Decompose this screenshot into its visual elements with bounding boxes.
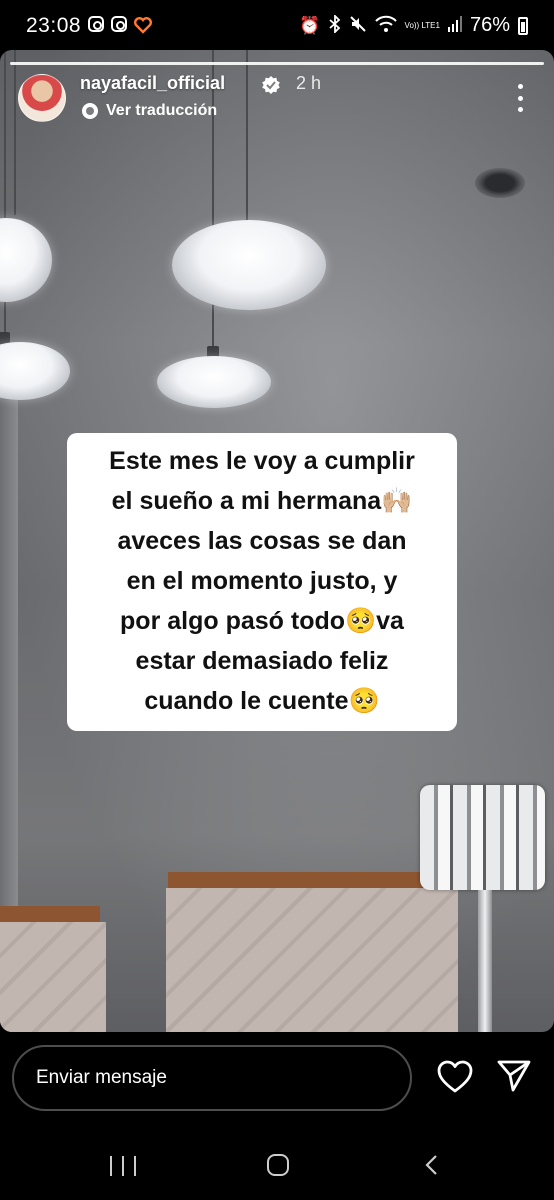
crystal-lantern (420, 785, 545, 890)
story-progress-bar (10, 62, 544, 65)
caption-line: cuando le cuente🥺 (144, 687, 380, 715)
system-nav-bar (0, 1130, 554, 1200)
alarm-icon: ⏰ (299, 16, 321, 35)
battery-icon (518, 16, 528, 35)
pendant-lamp (172, 220, 326, 310)
bluetooth-icon (328, 13, 341, 36)
verified-icon (262, 76, 280, 94)
caption-line: en el momento justo, y (126, 567, 398, 595)
story-username[interactable]: nayafacil_official (80, 73, 225, 94)
instagram-icon (111, 16, 127, 32)
story-time: 2 h (296, 73, 322, 93)
instagram-icon (88, 16, 104, 32)
lamp-cable (246, 50, 248, 220)
wifi-icon (374, 15, 397, 36)
status-bar: 23:08 ⏰ Vo)) LTE1 76% (0, 0, 554, 50)
chair-back-wood (168, 872, 426, 888)
caption-line: Este mes le voy a cumplir (109, 447, 415, 475)
heart-app-icon (134, 16, 152, 34)
battery-percent: 76% (469, 14, 510, 36)
chair-back (0, 922, 106, 1032)
caption-line: por algo pasó todo🥺va (120, 607, 404, 635)
lantern-pole (478, 890, 492, 1032)
network-label: Vo)) LTE1 (404, 20, 440, 30)
lamp-cable (14, 50, 16, 215)
more-icon[interactable] (510, 84, 530, 112)
status-time: 23:08 (26, 14, 82, 37)
chair-back (166, 888, 458, 1032)
status-right: ⏰ Vo)) LTE1 76% (299, 13, 528, 37)
window-edge (0, 400, 18, 960)
story-text-sticker: Este mes le voy a cumplir el sueño a mi … (67, 433, 457, 731)
home-icon[interactable] (267, 1154, 289, 1176)
mute-icon (349, 15, 367, 36)
caption-line: el sueño a mi hermana🙌🏼 (111, 487, 413, 515)
send-icon[interactable] (496, 1058, 532, 1094)
pendant-lamp (157, 356, 271, 408)
message-input[interactable]: Enviar mensaje (12, 1045, 412, 1111)
caption-line: estar demasiado feliz (135, 647, 389, 675)
caption-line: aveces las cosas se dan (117, 527, 407, 555)
translate-icon (82, 103, 98, 119)
avatar[interactable] (18, 74, 66, 122)
back-icon[interactable] (424, 1155, 438, 1175)
translate-label: Ver traducción (106, 102, 218, 119)
signal-icon (447, 16, 462, 35)
chair-back-wood (0, 906, 100, 922)
recents-icon[interactable] (110, 1156, 136, 1176)
translate-link[interactable]: Ver traducción (82, 102, 217, 120)
message-placeholder: Enviar mensaje (36, 1067, 167, 1088)
ceiling-downlight (475, 168, 525, 198)
like-icon[interactable] (436, 1058, 474, 1096)
notification-icons (88, 16, 152, 34)
